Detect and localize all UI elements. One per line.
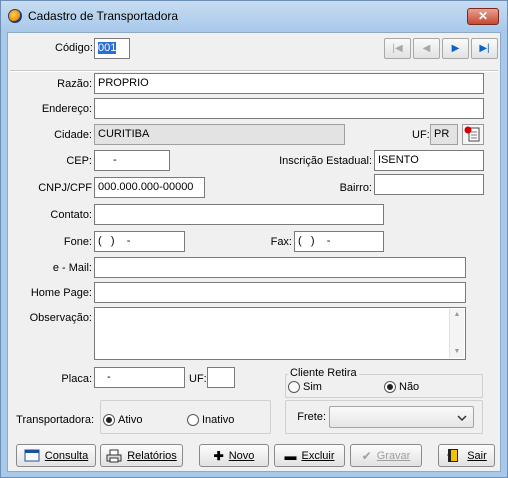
novo-button[interactable]: ✚ Novo [199,444,269,467]
codigo-value: 001 [98,42,117,54]
document-search-icon [464,126,480,142]
codigo-label: Código: [55,42,93,54]
sair-button[interactable]: Sair [438,444,495,467]
inscricao-label: Inscrição Estadual: [279,155,372,167]
cep-label: CEP: [66,155,92,167]
uf-label: UF: [412,129,430,141]
form-panel: Código: 001 |◀ ◀ ▶ ▶| Razão: PROPRIO End… [7,32,501,472]
endereco-field[interactable] [94,98,484,119]
bairro-field[interactable] [374,174,484,195]
cep-field[interactable]: - [94,150,170,171]
placa-label: Placa: [61,373,92,385]
app-window: Cadastro de Transportadora ✕ Código: 001… [0,0,508,478]
gravar-button[interactable]: ✔ Gravar [350,444,422,467]
transportadora-ativo-label: Ativo [118,414,143,426]
chevron-down-icon [457,415,467,422]
email-label: e - Mail: [52,262,92,274]
sair-label: Sair [467,449,487,462]
frete-label: Frete: [297,411,326,423]
novo-label: Novo [228,449,255,462]
fone-field[interactable]: ( ) - [94,231,185,252]
scroll-up-icon[interactable]: ▲ [450,309,464,321]
cliente-retira-label: Cliente Retira [288,367,359,379]
bairro-label: Bairro: [339,182,372,194]
cliente-retira-nao-label: Não [399,381,420,393]
cliente-retira-sim-label: Sim [303,381,322,393]
homepage-label: Home Page: [30,287,92,299]
relatorios-label: Relatórios [127,449,177,462]
divider [10,70,498,72]
fax-field[interactable]: ( ) - [294,231,384,252]
placa-uf-field[interactable] [207,367,235,388]
window-icon [24,449,40,462]
next-record-button[interactable]: ▶ [442,38,469,59]
fax-label: Fax: [270,236,292,248]
fone-label: Fone: [63,236,92,248]
checkmark-icon: ✔ [361,448,372,463]
observacao-scrollbar[interactable]: ▲ ▼ [449,309,464,358]
printer-icon [106,449,122,462]
cidade-label: Cidade: [54,129,92,141]
transportadora-ativo-radio[interactable] [103,414,115,426]
contato-field[interactable] [94,204,384,225]
cliente-retira-nao-radio[interactable] [384,381,396,393]
last-record-button[interactable]: ▶| [471,38,498,59]
transportadora-inativo-radio[interactable] [187,414,199,426]
razao-label: Razão: [57,78,92,90]
scroll-down-icon[interactable]: ▼ [450,346,464,358]
cnpj-label: CNPJ/CPF [38,182,92,194]
cidade-lookup-button[interactable] [462,124,484,145]
exit-door-icon [447,449,459,462]
excluir-button[interactable]: ▬ Excluir [274,444,345,467]
endereco-label: Endereço: [41,103,92,115]
cliente-retira-sim-radio[interactable] [288,381,300,393]
app-icon [8,9,22,23]
first-record-button[interactable]: |◀ [384,38,411,59]
prev-record-button[interactable]: ◀ [413,38,440,59]
title-bar: Cadastro de Transportadora ✕ [1,1,507,31]
email-field[interactable] [94,257,466,278]
plus-icon: ✚ [213,448,224,463]
cidade-field[interactable]: CURITIBA [94,124,345,145]
relatorios-button[interactable]: Relatórios [100,444,183,467]
gravar-label: Gravar [376,449,411,462]
transportadora-label: Transportadora: [16,414,94,426]
razao-field[interactable]: PROPRIO [94,73,484,94]
excluir-label: Excluir [301,449,335,462]
consulta-label: Consulta [44,449,89,462]
codigo-field[interactable]: 001 [94,38,130,59]
frete-dropdown[interactable] [329,406,474,428]
uf-field[interactable]: PR [430,124,458,145]
placa-field[interactable]: - [94,367,185,388]
homepage-field[interactable] [94,282,466,303]
minus-icon: ▬ [284,448,297,463]
consulta-button[interactable]: Consulta [16,444,96,467]
contato-label: Contato: [50,209,92,221]
placa-uf-label: UF: [189,373,207,385]
cnpj-field[interactable]: 000.000.000-00000 [94,177,205,198]
transportadora-inativo-label: Inativo [202,414,235,426]
close-button[interactable]: ✕ [467,8,499,25]
window-title: Cadastro de Transportadora [28,9,179,23]
observacao-label: Observação: [29,312,92,324]
observacao-field[interactable]: ▲ ▼ [94,307,466,360]
inscricao-field[interactable]: ISENTO [374,150,484,171]
